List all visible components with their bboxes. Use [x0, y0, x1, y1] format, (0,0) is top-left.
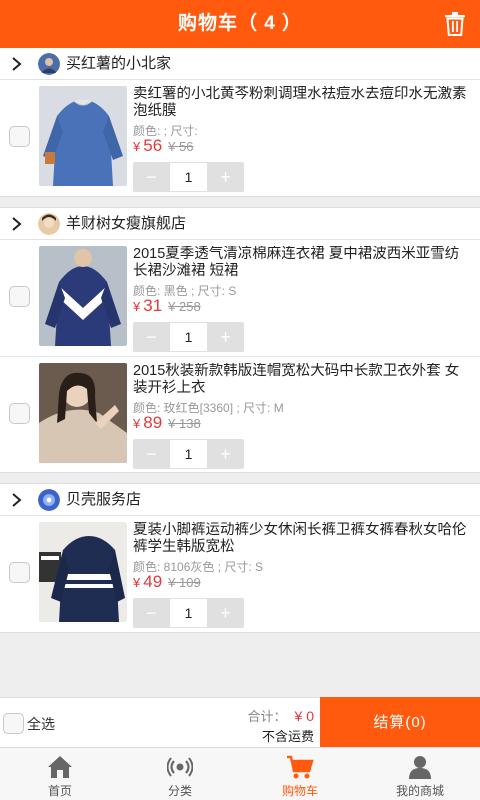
shipping-note: 不含运费 — [261, 729, 314, 744]
shop-group: 贝壳服务店 夏装小脚裤运动裤少女休闲长裤卫裤女裤春秋女哈伦裤学生韩版宽松 颜色:… — [0, 483, 480, 633]
broadcast-icon — [167, 757, 193, 777]
tab-label: 我的商城 — [395, 784, 444, 798]
quantity-input[interactable]: 1 — [170, 163, 207, 191]
tab-category[interactable]: 分类 — [120, 748, 240, 800]
original-price: ¥ 56 — [168, 139, 194, 154]
decrease-button[interactable]: − — [133, 162, 170, 192]
shop-avatar — [38, 489, 60, 511]
quantity-stepper: − 1 + — [133, 598, 244, 628]
product-image[interactable] — [39, 246, 127, 346]
quantity-input[interactable]: 1 — [170, 323, 207, 351]
tab-bar: 首页 分类 购物车 我的商城 — [0, 747, 480, 800]
shop-avatar — [38, 213, 60, 235]
shop-group: 买红薯的小北家 卖红薯的小北黄芩粉刺调理水祛痘水去痘印水无激素泡纸膜 颜色: ;… — [0, 48, 480, 197]
total-amount: ¥ 0 — [294, 708, 314, 724]
tab-label: 首页 — [47, 784, 72, 798]
increase-button[interactable]: + — [207, 439, 244, 469]
tab-home[interactable]: 首页 — [0, 748, 120, 800]
original-price: ¥ 138 — [168, 416, 201, 431]
increase-button[interactable]: + — [207, 322, 244, 352]
increase-button[interactable]: + — [207, 162, 244, 192]
price-value: 56 — [143, 136, 163, 155]
tab-label: 分类 — [167, 784, 192, 798]
price-value: 89 — [143, 413, 163, 432]
home-icon — [48, 756, 72, 778]
product-image[interactable] — [39, 522, 127, 622]
decrease-button[interactable]: − — [133, 598, 170, 628]
shop-name: 贝壳服务店 — [66, 491, 142, 508]
currency-symbol: ¥ — [133, 299, 141, 314]
quantity-input[interactable]: 1 — [170, 440, 207, 468]
product-price: ¥31 ¥ 258 — [133, 296, 201, 316]
shop-header[interactable]: 买红薯的小北家 — [0, 48, 480, 80]
product-image[interactable] — [39, 86, 127, 186]
shop-avatar — [38, 53, 60, 75]
cart-icon — [287, 755, 314, 779]
product-name[interactable]: 夏装小脚裤运动裤少女休闲长裤卫裤女裤春秋女哈伦裤学生韩版宽松 — [133, 522, 473, 556]
currency-symbol: ¥ — [133, 139, 141, 154]
total-price: 合计： ¥ 0 — [248, 706, 314, 725]
checkout-bar: 全选 合计： ¥ 0 不含运费 结算(0) — [0, 697, 480, 748]
product-name[interactable]: 卖红薯的小北黄芩粉刺调理水祛痘水去痘印水无激素泡纸膜 — [133, 86, 473, 120]
checkout-button[interactable]: 结算(0) — [320, 697, 480, 748]
select-all-label[interactable]: 全选 — [27, 714, 55, 734]
trash-icon[interactable] — [444, 12, 466, 36]
top-bar: 购物车（ 4 ） — [0, 0, 480, 48]
price-value: 31 — [143, 296, 163, 315]
page-title: 购物车（ 4 ） — [177, 13, 303, 34]
item-checkbox[interactable] — [9, 126, 30, 147]
item-checkbox[interactable] — [9, 286, 30, 307]
cart-item: 2015秋装新款韩版连帽宽松大码中长款卫衣外套 女装开衫上衣 颜色: 玫红色[3… — [0, 356, 480, 472]
price-value: 49 — [143, 572, 163, 591]
shop-group: 羊财树女瘦旗舰店 2015夏季透气清凉棉麻连衣裙 夏中裙波西米亚雪纺长裙沙滩裙 … — [0, 207, 480, 473]
cart-item: 卖红薯的小北黄芩粉刺调理水祛痘水去痘印水无激素泡纸膜 颜色: ; 尺寸: ¥56… — [0, 80, 480, 196]
tab-my-mall[interactable]: 我的商城 — [360, 748, 480, 800]
shop-header[interactable]: 贝壳服务店 — [0, 484, 480, 516]
shop-name: 买红薯的小北家 — [66, 55, 172, 72]
cart-item: 夏装小脚裤运动裤少女休闲长裤卫裤女裤春秋女哈伦裤学生韩版宽松 颜色: 8106灰… — [0, 516, 480, 632]
select-all-checkbox[interactable] — [3, 713, 24, 734]
increase-button[interactable]: + — [207, 598, 244, 628]
original-price: ¥ 258 — [168, 299, 201, 314]
product-price: ¥89 ¥ 138 — [133, 413, 201, 433]
product-name[interactable]: 2015夏季透气清凉棉麻连衣裙 夏中裙波西米亚雪纺长裙沙滩裙 短裙 — [133, 246, 473, 280]
decrease-button[interactable]: − — [133, 439, 170, 469]
cart-item: 2015夏季透气清凉棉麻连衣裙 夏中裙波西米亚雪纺长裙沙滩裙 短裙 颜色: 黑色… — [0, 240, 480, 356]
item-checkbox[interactable] — [9, 403, 30, 424]
currency-symbol: ¥ — [133, 416, 141, 431]
chevron-right-icon — [12, 57, 22, 71]
product-name[interactable]: 2015秋装新款韩版连帽宽松大码中长款卫衣外套 女装开衫上衣 — [133, 363, 473, 397]
quantity-stepper: − 1 + — [133, 162, 244, 192]
chevron-right-icon — [12, 217, 22, 231]
chevron-right-icon — [12, 493, 22, 507]
item-checkbox[interactable] — [9, 562, 30, 583]
shop-header[interactable]: 羊财树女瘦旗舰店 — [0, 208, 480, 240]
total-label: 合计： — [247, 709, 287, 724]
original-price: ¥ 109 — [168, 575, 201, 590]
tab-cart[interactable]: 购物车 — [240, 748, 360, 800]
decrease-button[interactable]: − — [133, 322, 170, 352]
quantity-stepper: − 1 + — [133, 439, 244, 469]
currency-symbol: ¥ — [133, 575, 141, 590]
quantity-input[interactable]: 1 — [170, 599, 207, 627]
product-price: ¥49 ¥ 109 — [133, 572, 201, 592]
product-price: ¥56 ¥ 56 — [133, 136, 193, 156]
shop-name: 羊财树女瘦旗舰店 — [66, 215, 187, 232]
cart-list: 买红薯的小北家 卖红薯的小北黄芩粉刺调理水祛痘水去痘印水无激素泡纸膜 颜色: ;… — [0, 48, 480, 643]
quantity-stepper: − 1 + — [133, 322, 244, 352]
user-icon — [409, 756, 431, 779]
tab-label: 购物车 — [281, 784, 318, 798]
product-image[interactable] — [39, 363, 127, 463]
